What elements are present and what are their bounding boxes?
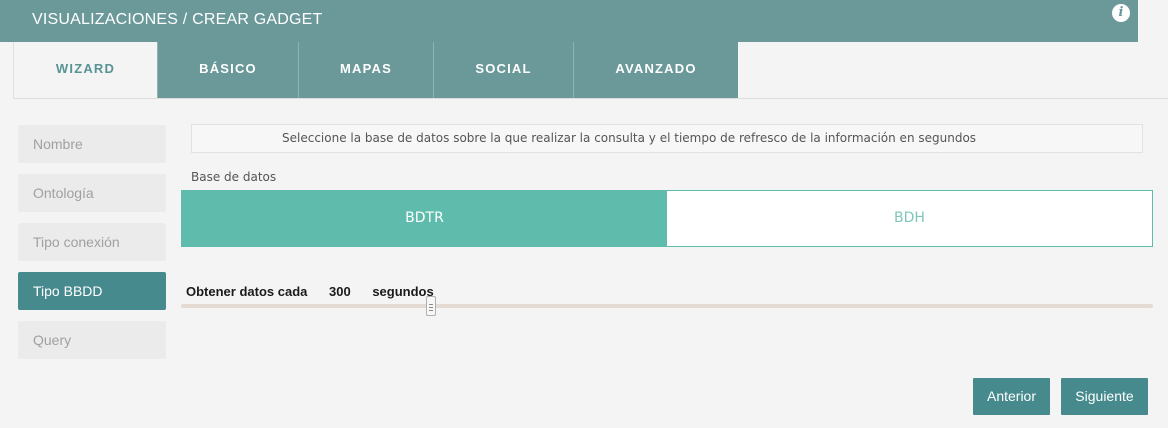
refresh-slider-handle[interactable] xyxy=(425,296,436,316)
page-header: VISUALIZACIONES / CREAR GADGET xyxy=(0,0,1138,42)
tab-bar: WIZARD BÁSICO MAPAS SOCIAL AVANZADO xyxy=(13,42,1168,99)
refresh-slider-track[interactable] xyxy=(181,304,1153,308)
database-option-bdtr[interactable]: BDTR xyxy=(182,191,667,246)
sidebar-item-tipo-bbdd[interactable]: Tipo BBDD xyxy=(18,272,166,310)
database-option-bdh[interactable]: BDH xyxy=(667,191,1152,246)
sidebar-item-ontologia[interactable]: Ontología xyxy=(18,174,166,212)
info-icon[interactable]: i xyxy=(1112,4,1130,22)
tab-mapas[interactable]: MAPAS xyxy=(298,42,433,98)
next-button[interactable]: Siguiente xyxy=(1061,378,1148,415)
tab-avanzado[interactable]: AVANZADO xyxy=(573,42,738,98)
instruction-text: Seleccione la base de datos sobre la que… xyxy=(191,124,1143,153)
refresh-value: 300 xyxy=(329,284,351,299)
sidebar-item-query[interactable]: Query xyxy=(18,321,166,359)
refresh-interval-row: Obtener datos cada 300 segundos xyxy=(186,284,434,299)
refresh-suffix-label: segundos xyxy=(372,284,434,299)
sidebar-item-tipo-conexion[interactable]: Tipo conexión xyxy=(18,223,166,261)
tab-divider xyxy=(13,98,1168,99)
database-toggle: BDTR BDH xyxy=(181,190,1153,247)
tab-social[interactable]: SOCIAL xyxy=(433,42,573,98)
tab-wizard[interactable]: WIZARD xyxy=(13,42,157,99)
previous-button[interactable]: Anterior xyxy=(973,378,1050,415)
page-title: VISUALIZACIONES / CREAR GADGET xyxy=(32,11,323,28)
refresh-prefix-label: Obtener datos cada xyxy=(186,284,308,299)
tab-basico[interactable]: BÁSICO xyxy=(157,42,298,98)
sidebar-item-nombre[interactable]: Nombre xyxy=(18,125,166,163)
database-label: Base de datos xyxy=(191,170,277,184)
